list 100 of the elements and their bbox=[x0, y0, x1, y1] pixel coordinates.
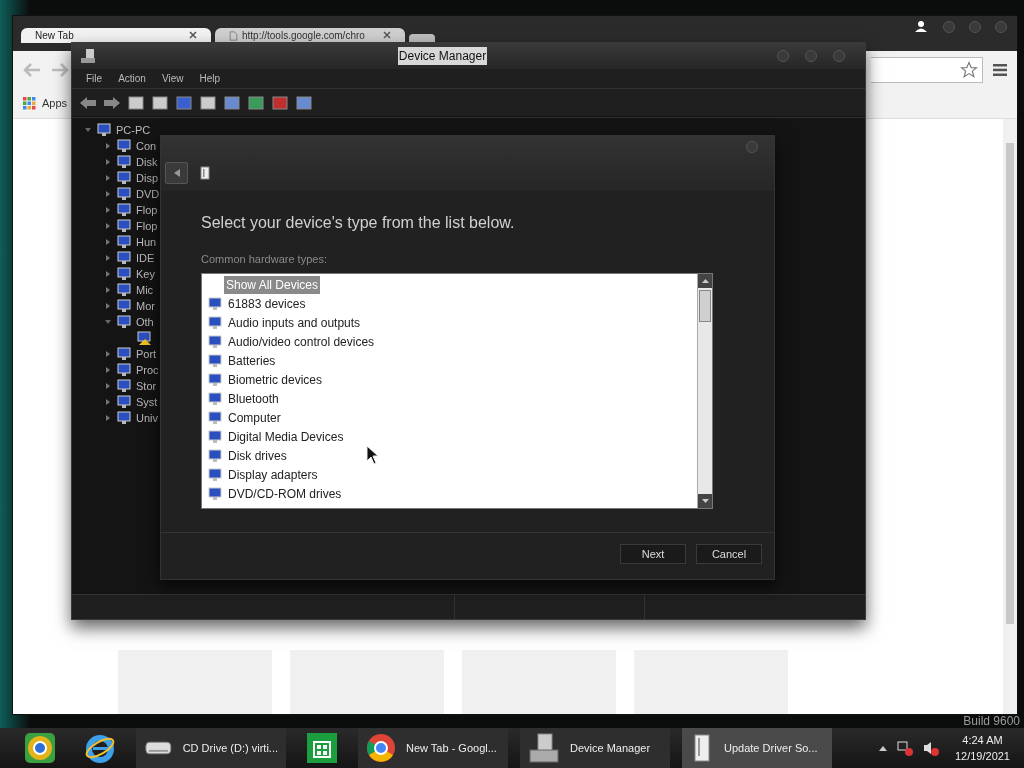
menu-item[interactable]: File bbox=[86, 71, 103, 86]
tree-item[interactable]: IDE bbox=[136, 249, 155, 267]
toolbar-tool-icon[interactable] bbox=[128, 94, 144, 111]
back-button[interactable] bbox=[165, 161, 188, 184]
tree-item[interactable]: Disp bbox=[136, 169, 158, 187]
menu-item[interactable]: Action bbox=[118, 71, 146, 86]
tree-item[interactable]: Syst bbox=[136, 393, 158, 411]
tile-placeholder[interactable] bbox=[118, 650, 272, 714]
collapse-arrow-icon[interactable] bbox=[84, 126, 92, 134]
tile-placeholder[interactable] bbox=[462, 650, 616, 714]
expand-arrow-icon[interactable] bbox=[104, 142, 112, 150]
toolbar-tool-icon[interactable] bbox=[224, 94, 240, 111]
tile-placeholder[interactable] bbox=[634, 650, 788, 714]
browser-tab[interactable]: New Tab bbox=[21, 28, 211, 43]
apps-grid-icon[interactable] bbox=[23, 97, 36, 110]
scrollbar[interactable] bbox=[697, 273, 712, 508]
expand-arrow-icon[interactable] bbox=[104, 190, 112, 198]
dialog-button[interactable]: Next bbox=[620, 544, 686, 564]
tree-item[interactable]: Mor bbox=[136, 297, 155, 315]
list-item[interactable]: Biometric devices bbox=[226, 371, 325, 389]
list-label: Common hardware types: bbox=[201, 252, 328, 267]
browser-icon[interactable] bbox=[24, 732, 56, 764]
expand-arrow-icon[interactable] bbox=[104, 254, 112, 262]
tree-item[interactable]: DVD bbox=[136, 185, 160, 203]
list-item[interactable]: Computer bbox=[226, 409, 283, 427]
list-item[interactable]: 61883 devices bbox=[226, 295, 308, 313]
forward-arrow-icon[interactable] bbox=[51, 63, 69, 77]
clock-time[interactable]: 4:24 AM bbox=[962, 731, 1003, 748]
scroll-down-icon[interactable] bbox=[701, 498, 709, 503]
list-item[interactable]: Audio/video control devices bbox=[226, 333, 377, 351]
back-arrow-icon[interactable] bbox=[80, 96, 96, 109]
tree-item[interactable]: Mic bbox=[136, 281, 154, 299]
taskbar-button[interactable]: Update Driver So... bbox=[682, 728, 832, 768]
list-item[interactable]: Batteries bbox=[226, 352, 278, 370]
expand-arrow-icon[interactable] bbox=[104, 222, 112, 230]
tree-item[interactable]: Key bbox=[136, 265, 155, 283]
taskbar-label: Update Driver So... bbox=[724, 740, 818, 756]
toolbar-tool-icon[interactable] bbox=[296, 94, 312, 111]
menu-icon[interactable] bbox=[993, 64, 1007, 76]
tree-item[interactable]: Disk bbox=[136, 153, 158, 171]
list-item[interactable]: Audio inputs and outputs bbox=[226, 314, 363, 332]
taskbar-button[interactable]: New Tab - Googl... bbox=[358, 728, 508, 768]
list-item[interactable]: DVD/CD-ROM drives bbox=[226, 485, 344, 503]
close-icon[interactable] bbox=[383, 31, 391, 39]
dialog-button[interactable]: Cancel bbox=[696, 544, 762, 564]
scroll-up-icon[interactable] bbox=[701, 278, 709, 283]
clock-date[interactable]: 12/19/2021 bbox=[954, 748, 1010, 765]
toolbar-tool-icon[interactable] bbox=[248, 94, 264, 111]
device-icon bbox=[116, 154, 132, 170]
tree-item[interactable]: Univ bbox=[136, 409, 158, 427]
user-icon[interactable] bbox=[913, 20, 929, 34]
tree-item[interactable]: Port bbox=[136, 345, 157, 363]
tree-item[interactable]: Oth bbox=[136, 313, 154, 331]
tree-item[interactable]: Con bbox=[136, 137, 157, 155]
list-item[interactable]: Disk drives bbox=[226, 447, 289, 465]
tree-item[interactable]: Proc bbox=[136, 361, 159, 379]
page-icon bbox=[229, 31, 238, 41]
bookmark-link[interactable]: Apps bbox=[42, 95, 68, 112]
collapse-arrow-icon[interactable] bbox=[104, 318, 112, 326]
scrollbar[interactable] bbox=[1003, 119, 1017, 714]
expand-arrow-icon[interactable] bbox=[104, 414, 112, 422]
expand-arrow-icon[interactable] bbox=[104, 270, 112, 278]
device-icon bbox=[207, 486, 223, 502]
tile-placeholder[interactable] bbox=[290, 650, 444, 714]
expand-arrow-icon[interactable] bbox=[104, 174, 112, 182]
list-item[interactable]: Bluetooth bbox=[226, 390, 281, 408]
expand-arrow-icon[interactable] bbox=[104, 382, 112, 390]
tree-item[interactable]: Stor bbox=[136, 377, 157, 395]
taskbar-button[interactable]: Device Manager bbox=[520, 728, 670, 768]
tree-item[interactable]: PC-PC bbox=[116, 121, 151, 139]
tab-title: http://tools.google.com/chro bbox=[242, 31, 366, 41]
expand-arrow-icon[interactable] bbox=[104, 366, 112, 374]
volume-muted-icon[interactable] bbox=[922, 740, 939, 756]
star-icon[interactable] bbox=[960, 61, 978, 79]
device-icon bbox=[207, 448, 223, 464]
tree-item[interactable]: Hun bbox=[136, 233, 157, 251]
close-icon[interactable] bbox=[189, 31, 197, 39]
store-icon[interactable] bbox=[306, 732, 338, 764]
list-item[interactable]: Digital Media Devices bbox=[226, 428, 346, 446]
toolbar-tool-icon[interactable] bbox=[200, 94, 216, 111]
expand-arrow-icon[interactable] bbox=[104, 350, 112, 358]
menu-item[interactable]: Help bbox=[199, 71, 220, 86]
scrollbar-thumb[interactable] bbox=[699, 289, 711, 322]
expand-arrow-icon[interactable] bbox=[104, 206, 112, 214]
list-item[interactable]: Display adapters bbox=[226, 466, 320, 484]
show-hidden-icons-icon[interactable] bbox=[878, 745, 887, 751]
forward-arrow-icon[interactable] bbox=[104, 96, 120, 109]
network-error-icon[interactable] bbox=[896, 740, 913, 756]
expand-arrow-icon[interactable] bbox=[104, 398, 112, 406]
tree-item[interactable]: Flop bbox=[136, 201, 158, 219]
expand-arrow-icon[interactable] bbox=[104, 238, 112, 246]
expand-arrow-icon[interactable] bbox=[104, 286, 112, 294]
device-type-list[interactable]: Show All Devices 61883 devices Audio inputs and outputs Audio/video control devices Batteries Biometric devices Bluetooth Computer Digital Media Devices Disk drives Display adapters DVD/CD-ROM drives bbox=[201, 272, 713, 509]
menu-item[interactable]: View bbox=[161, 71, 184, 86]
taskbar-button[interactable]: CD Drive (D:) virti... bbox=[136, 728, 286, 768]
expand-arrow-icon[interactable] bbox=[104, 302, 112, 310]
toolbar-tool-icon[interactable] bbox=[152, 94, 168, 111]
tree-item[interactable]: Flop bbox=[136, 217, 158, 235]
browser-icon[interactable] bbox=[84, 732, 116, 764]
expand-arrow-icon[interactable] bbox=[104, 158, 112, 166]
